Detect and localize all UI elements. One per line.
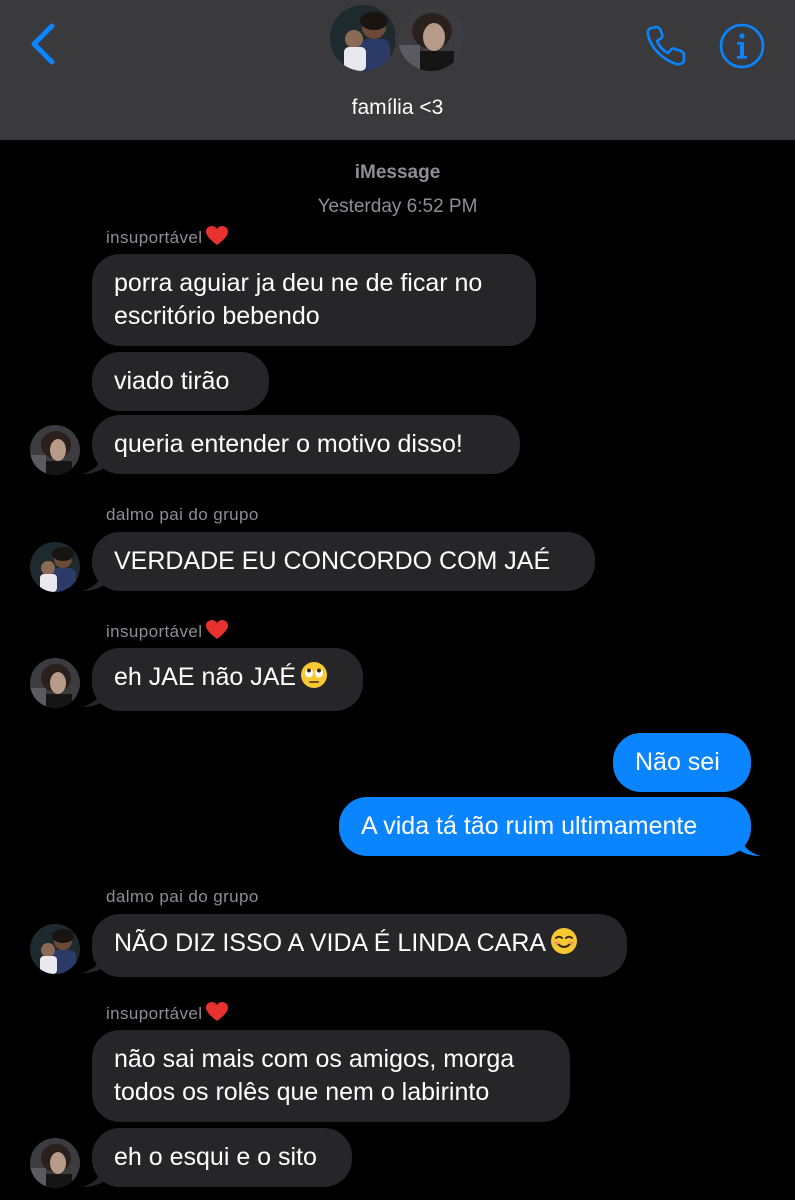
avatar-insuportavel[interactable] (30, 1138, 80, 1188)
face-with-rolling-eyes-icon (300, 661, 328, 698)
back-button[interactable] (26, 22, 60, 66)
message-text: NÃO DIZ ISSO A VIDA É LINDA CARA (114, 929, 547, 957)
chevron-left-icon (31, 23, 55, 65)
message-text: queria entender o motivo disso! (114, 430, 463, 458)
message-text: todos os rolês que nem o labirinto (114, 1078, 490, 1106)
smiling-face-icon (550, 927, 578, 964)
info-icon (719, 23, 765, 69)
avatar-insuportavel[interactable] (30, 658, 80, 708)
red-heart-icon (206, 226, 229, 251)
message-text: VERDADE EU CONCORDO COM JAÉ (114, 547, 551, 575)
sender-name-text: insuportável (106, 622, 203, 641)
message-bubble[interactable]: eh o esqui e o sito (92, 1128, 352, 1187)
message-bubble[interactable]: viado tirão (92, 352, 269, 411)
message-bubble[interactable]: não sai mais com os amigos, morga todos … (92, 1030, 570, 1122)
sender-name-text: dalmo pai do grupo (106, 887, 259, 906)
message-text: não sai mais com os amigos, morga (114, 1045, 515, 1073)
group-avatars[interactable] (327, 0, 469, 84)
sender-name-text: dalmo pai do grupo (106, 505, 259, 524)
avatar-dalmo[interactable] (30, 924, 80, 974)
message-text: A vida tá tão ruim ultimamente (361, 812, 698, 840)
message-bubble[interactable]: VERDADE EU CONCORDO COM JAÉ (92, 532, 595, 591)
conversation-title[interactable]: família <3 (0, 96, 795, 120)
sender-name: insuportável (106, 1002, 229, 1027)
message-bubble-outgoing[interactable]: Não sei (613, 733, 751, 792)
sender-name-text: insuportável (106, 228, 203, 247)
message-text: porra aguiar ja deu ne de ficar no (114, 269, 483, 297)
avatar-dalmo (327, 2, 399, 74)
red-heart-icon (206, 1002, 229, 1027)
sender-name: insuportável (106, 620, 229, 645)
message-timestamp: Yesterday 6:52 PM (317, 196, 478, 217)
service-label: iMessage (354, 162, 441, 183)
message-bubble-outgoing[interactable]: A vida tá tão ruim ultimamente (339, 797, 751, 856)
phone-icon (646, 25, 686, 66)
call-button[interactable] (642, 22, 690, 70)
message-text: Não sei (635, 748, 720, 776)
avatar-insuportavel[interactable] (30, 425, 80, 475)
message-text: eh o esqui e o sito (114, 1143, 317, 1171)
message-text: viado tirão (114, 367, 230, 395)
avatar-dalmo[interactable] (30, 542, 80, 592)
info-button[interactable] (718, 22, 766, 70)
red-heart-icon (206, 620, 229, 645)
sender-name: insuportável (106, 226, 229, 251)
conversation-header: família <3 (0, 0, 795, 140)
message-text: escritório bebendo (114, 302, 320, 330)
sender-name-text: insuportável (106, 1004, 203, 1023)
message-bubble[interactable]: porra aguiar ja deu ne de ficar no escri… (92, 254, 536, 346)
message-bubble[interactable]: NÃO DIZ ISSO A VIDA É LINDA CARA (92, 914, 627, 977)
sender-name: dalmo pai do grupo (106, 887, 259, 907)
message-text: eh JAE não JAÉ (114, 663, 297, 691)
avatar-insuportavel (395, 2, 467, 74)
sender-name: dalmo pai do grupo (106, 505, 259, 525)
message-bubble[interactable]: eh JAE não JAÉ (92, 648, 363, 711)
message-bubble[interactable]: queria entender o motivo disso! (92, 415, 520, 474)
